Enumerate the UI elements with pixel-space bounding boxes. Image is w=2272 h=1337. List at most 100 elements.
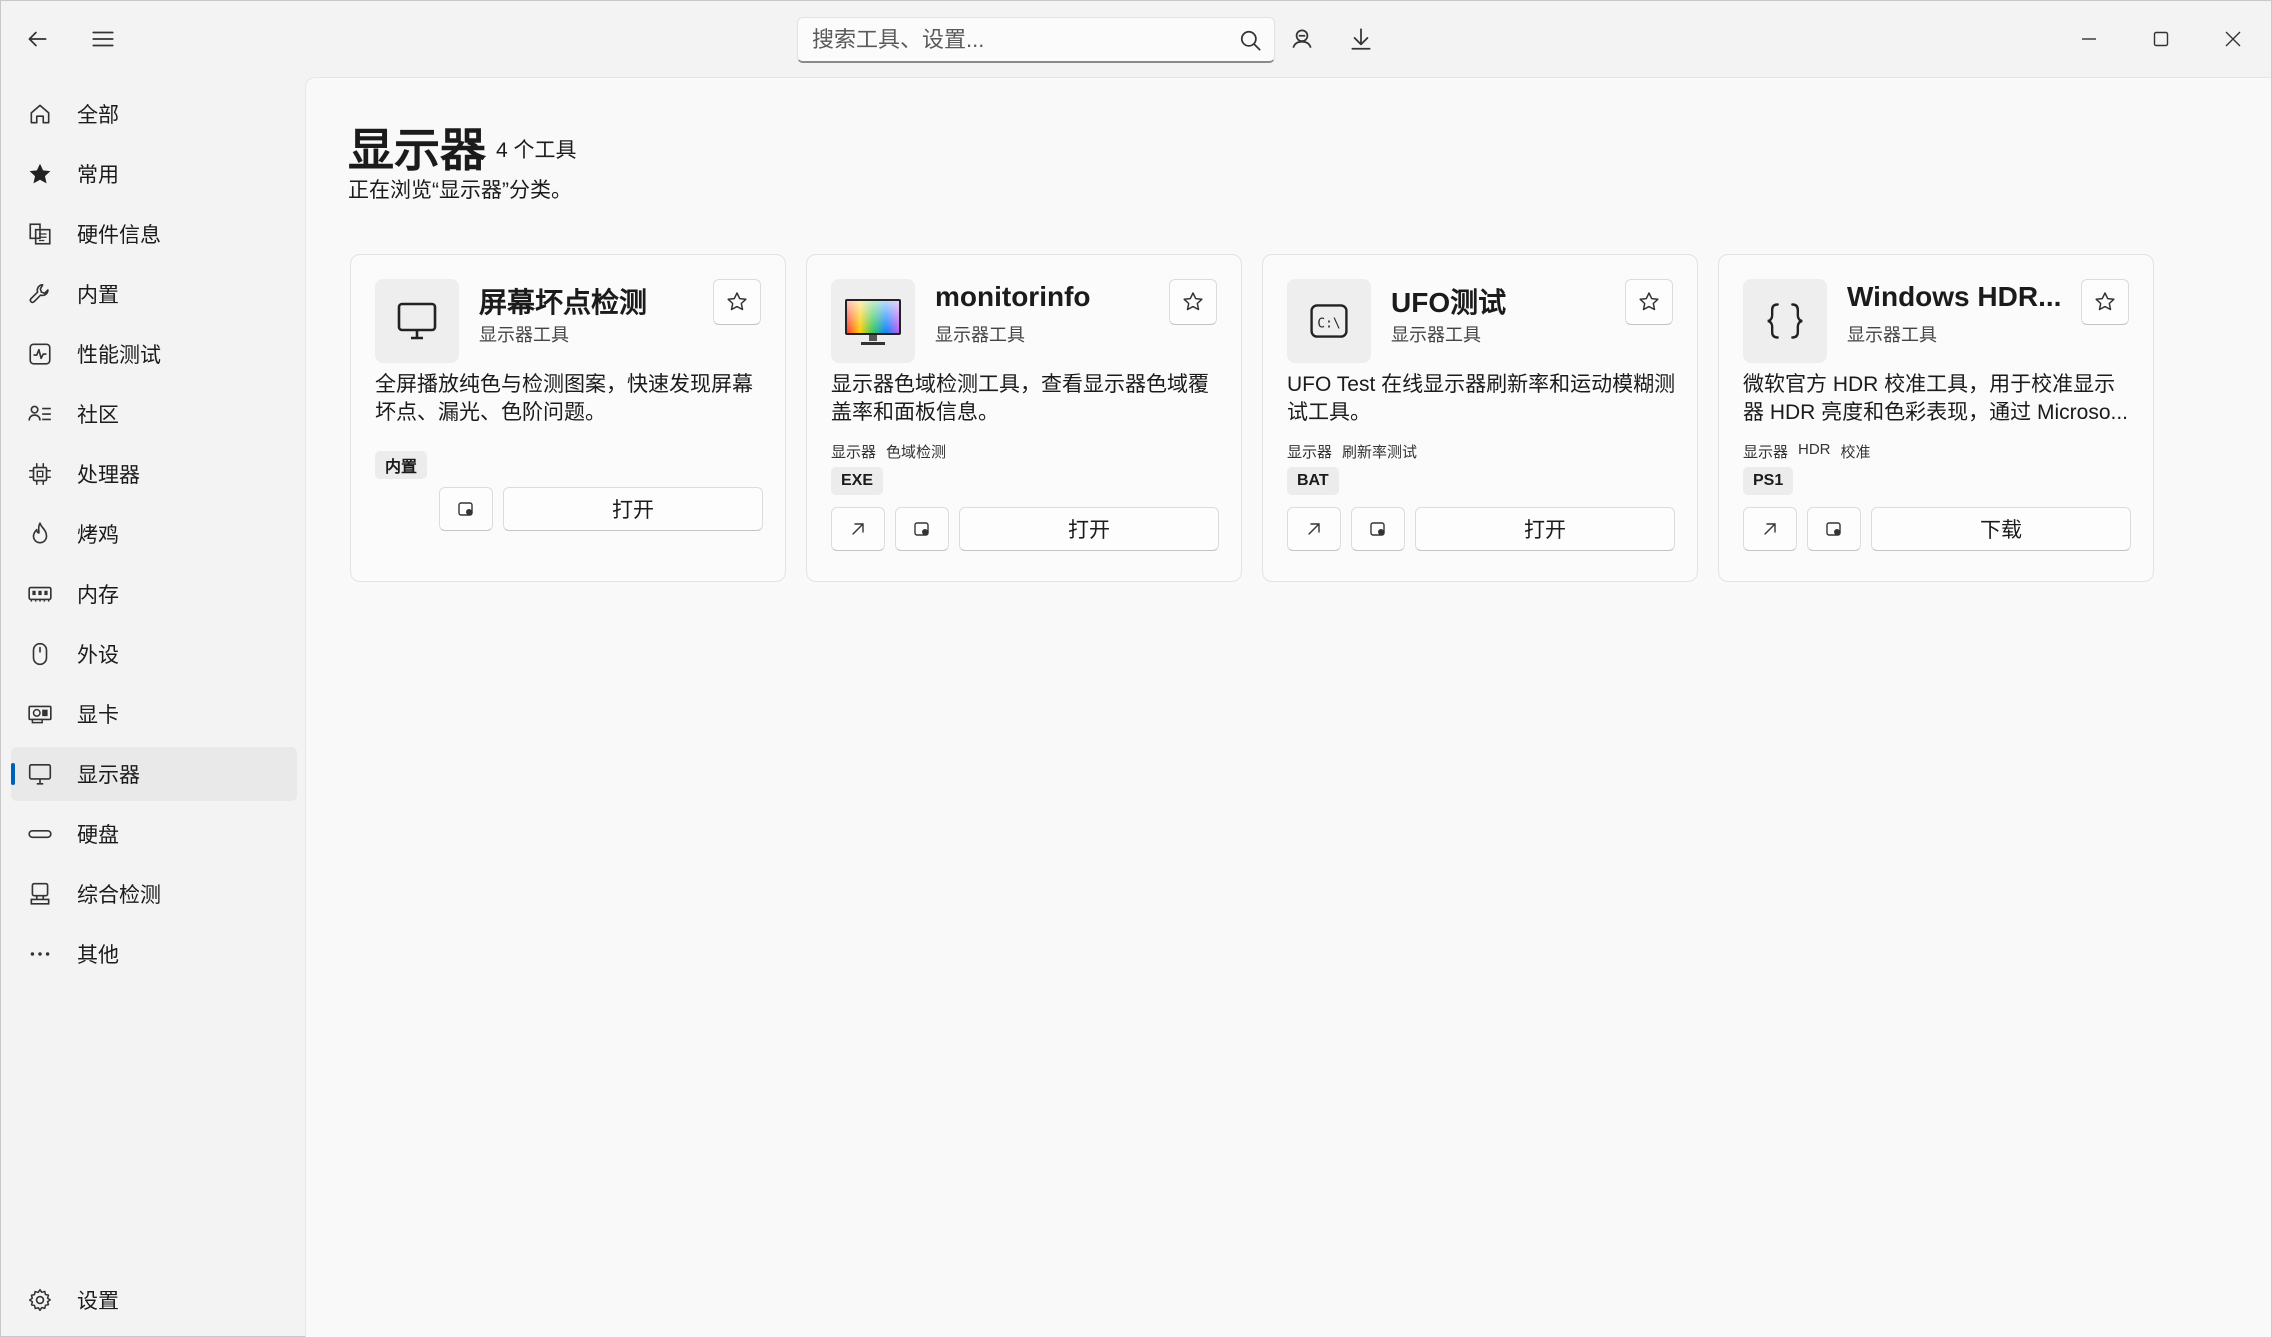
download-button[interactable]: 下载 xyxy=(1871,507,2131,551)
sidebar-item-label: 处理器 xyxy=(77,464,140,487)
sidebar-item-other[interactable]: 其他 xyxy=(11,927,297,981)
favorite-button[interactable] xyxy=(1169,279,1217,325)
add-to-desktop-button[interactable] xyxy=(1351,507,1405,551)
hamburger-icon xyxy=(92,31,114,47)
back-arrow-icon xyxy=(28,31,47,47)
home-icon xyxy=(30,104,50,124)
disk-icon xyxy=(28,829,52,839)
star-outline-icon xyxy=(1639,292,1659,311)
tag: 显示器 xyxy=(831,444,877,461)
tag: 显示器 xyxy=(1743,444,1789,461)
tool-title: UFO测试 xyxy=(1391,287,1507,318)
tool-title: 屏幕坏点检测 xyxy=(479,287,648,318)
menu-button[interactable] xyxy=(79,15,127,63)
sidebar-item-label: 综合检测 xyxy=(77,884,161,907)
favorite-button[interactable] xyxy=(713,279,761,325)
type-badge: BAT xyxy=(1287,467,1339,495)
download-icon xyxy=(1351,28,1371,50)
star-outline-icon xyxy=(2095,292,2115,311)
sidebar-item-monitor[interactable]: 显示器 xyxy=(11,747,297,801)
external-link-button[interactable] xyxy=(831,507,885,551)
add-to-desktop-button[interactable] xyxy=(439,487,493,531)
tool-icon-tile xyxy=(831,279,915,363)
open-button[interactable]: 打开 xyxy=(503,487,763,531)
sidebar-item-builtin[interactable]: 内置 xyxy=(11,267,297,321)
external-link-button[interactable] xyxy=(1743,507,1797,551)
sidebar-item-label: 烤鸡 xyxy=(77,524,119,547)
sidebar-item-memory[interactable]: 内存 xyxy=(11,567,297,621)
account-button[interactable] xyxy=(1278,15,1326,63)
title-bar xyxy=(1,1,2271,77)
cpu-icon xyxy=(29,463,51,485)
star-outline-icon xyxy=(727,292,747,311)
sidebar-item-label: 常用 xyxy=(77,164,119,187)
add-to-desktop-button[interactable] xyxy=(1807,507,1861,551)
close-button[interactable] xyxy=(2203,15,2263,63)
tag: 刷新率测试 xyxy=(1342,444,1418,461)
community-icon xyxy=(28,405,51,421)
sidebar-item-settings[interactable]: 设置 xyxy=(11,1273,297,1327)
braces-icon xyxy=(1767,303,1803,339)
close-icon xyxy=(2225,31,2241,47)
maximize-icon xyxy=(2153,31,2169,47)
favorite-button[interactable] xyxy=(2081,279,2129,325)
tag: HDR xyxy=(1798,441,1831,458)
diagnostics-icon xyxy=(30,882,50,905)
back-button[interactable] xyxy=(13,15,61,63)
open-button[interactable]: 打开 xyxy=(959,507,1219,551)
sidebar-item-all[interactable]: 全部 xyxy=(11,87,297,141)
wrench-icon xyxy=(29,283,49,304)
favorite-button[interactable] xyxy=(1625,279,1673,325)
memory-icon xyxy=(28,586,52,602)
page-subtitle: 正在浏览“显示器”分类。 xyxy=(348,179,572,202)
maximize-button[interactable] xyxy=(2131,15,2191,63)
sidebar-item-community[interactable]: 社区 xyxy=(11,387,297,441)
sidebar-item-benchmark[interactable]: 性能测试 xyxy=(11,327,297,381)
color-monitor-icon xyxy=(845,299,901,345)
flame-icon xyxy=(32,522,48,544)
tool-icon-tile: C:\ xyxy=(1287,279,1371,363)
tool-card: Windows HDR... 显示器工具 微软官方 HDR 校准工具，用于校准显… xyxy=(1718,254,2154,582)
tool-card: C:\ UFO测试 显示器工具 UFO Test 在线显示器刷新率和运动模糊测试… xyxy=(1262,254,1698,582)
sidebar-item-label: 性能测试 xyxy=(77,344,161,367)
sidebar-item-diagnostics[interactable]: 综合检测 xyxy=(11,867,297,921)
tag: 色域检测 xyxy=(886,444,947,461)
sidebar-item-processor[interactable]: 处理器 xyxy=(11,447,297,501)
shortcut-icon xyxy=(1826,522,1841,536)
sidebar-item-label: 显示器 xyxy=(77,764,140,787)
search-icon[interactable] xyxy=(1238,28,1264,54)
sidebar-item-label: 外设 xyxy=(77,644,119,667)
external-link-button[interactable] xyxy=(1287,507,1341,551)
arrow-up-right-icon xyxy=(1308,523,1320,535)
sidebar-item-label: 显卡 xyxy=(77,704,119,727)
tool-description: 微软官方 HDR 校准工具，用于校准显示器 HDR 亮度和色彩表现，通过 Mic… xyxy=(1743,373,2129,424)
sidebar-item-gpu[interactable]: 显卡 xyxy=(11,687,297,741)
tool-description: UFO Test 在线显示器刷新率和运动模糊测试工具。 xyxy=(1287,373,1676,424)
tool-description: 显示器色域检测工具，查看显示器色域覆盖率和面板信息。 xyxy=(831,373,1209,424)
sidebar-item-hardware-info[interactable]: 硬件信息 xyxy=(11,207,297,261)
app-window: 全部 常用 硬件信息 内置 性能测试 社区 处理器 烤鸡 xyxy=(0,0,2272,1337)
download-button[interactable] xyxy=(1337,15,1385,63)
sidebar-item-label: 内置 xyxy=(77,284,119,307)
minimize-button[interactable] xyxy=(2059,15,2119,63)
tag-list: 显示器 色域检测 xyxy=(831,441,946,462)
gear-icon xyxy=(28,1288,51,1312)
type-badge: 内置 xyxy=(375,451,428,479)
shortcut-icon xyxy=(914,522,929,536)
type-badge: EXE xyxy=(831,467,884,495)
search-input[interactable] xyxy=(798,26,1218,53)
arrow-up-right-icon xyxy=(1764,523,1776,535)
sidebar-item-stress-test[interactable]: 烤鸡 xyxy=(11,507,297,561)
sidebar-item-disk[interactable]: 硬盘 xyxy=(11,807,297,861)
sidebar-item-favorites[interactable]: 常用 xyxy=(11,147,297,201)
monitor-outline-icon xyxy=(397,302,437,340)
sidebar-item-peripherals[interactable]: 外设 xyxy=(11,627,297,681)
minimize-icon xyxy=(2082,38,2096,40)
shortcut-icon xyxy=(458,502,473,516)
tag-list: 显示器 HDR 校准 xyxy=(1743,441,1871,462)
shortcut-icon xyxy=(1370,522,1385,536)
add-to-desktop-button[interactable] xyxy=(895,507,949,551)
page-title: 显示器 xyxy=(348,124,486,176)
tag: 校准 xyxy=(1840,444,1871,461)
open-button[interactable]: 打开 xyxy=(1415,507,1675,551)
